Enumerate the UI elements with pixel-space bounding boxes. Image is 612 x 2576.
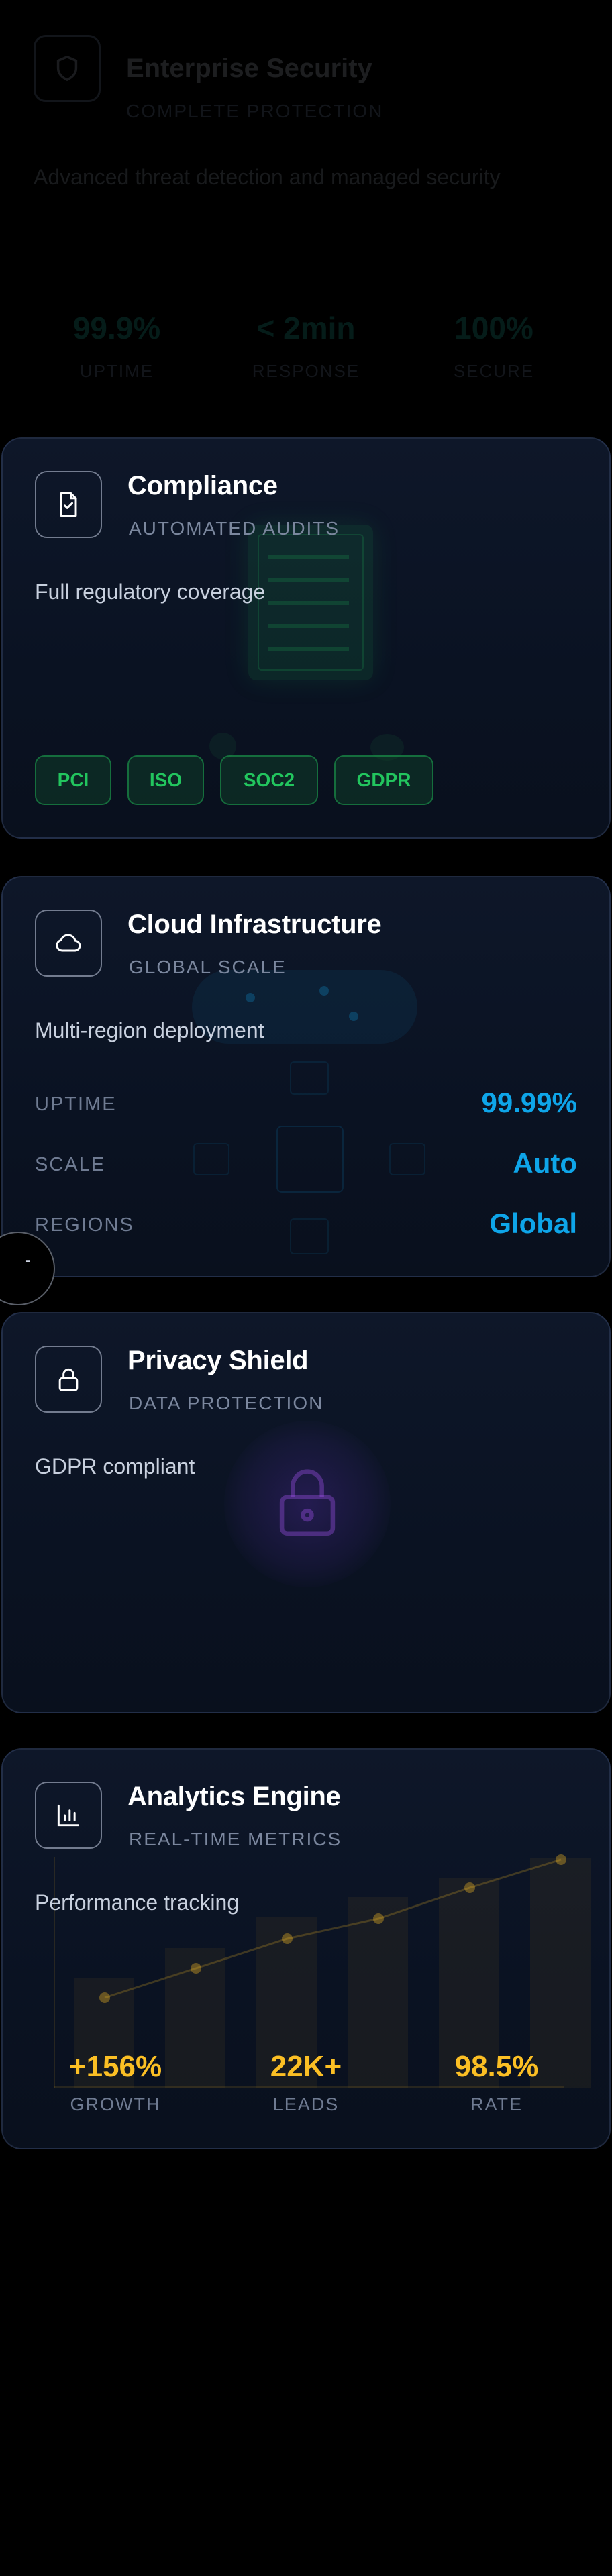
metric-regions-label: REGIONS <box>35 1214 134 1236</box>
enterprise-security-description: Advanced threat detection and managed se… <box>34 165 501 189</box>
server-illustration <box>290 1061 329 1095</box>
metric-regions-value: Global <box>489 1208 577 1239</box>
cloud-icon <box>35 910 102 977</box>
shield-lock-illustration <box>224 1421 391 1587</box>
analytics-title: Analytics Engine <box>128 1782 341 1811</box>
tag-pci[interactable]: PCI <box>35 755 111 805</box>
server-illustration <box>389 1143 425 1175</box>
compliance-description: Full regulatory coverage <box>35 580 266 604</box>
enterprise-security-title: Enterprise Security <box>126 54 372 83</box>
analytics-engine-card[interactable]: Analytics Engine REAL-TIME METRICS Perfo… <box>1 1748 611 2149</box>
metric-uptime-value: 99.99% <box>481 1087 577 1118</box>
tag-iso[interactable]: ISO <box>128 755 204 805</box>
stat-growth-label: GROWTH <box>70 2094 161 2114</box>
bar-chart-icon <box>35 1782 102 1849</box>
file-check-icon <box>35 471 102 538</box>
stat-uptime-label: UPTIME <box>79 361 154 381</box>
privacy-description: GDPR compliant <box>35 1454 195 1479</box>
metric-scale-label: SCALE <box>35 1154 106 1175</box>
stat-response-value: < 2min <box>256 311 356 345</box>
tag-soc2[interactable]: SOC2 <box>220 755 318 805</box>
floating-button-glyph: - <box>26 1252 31 1269</box>
shield-icon <box>34 35 101 102</box>
enterprise-security-subtitle: COMPLETE PROTECTION <box>126 101 384 121</box>
stat-rate-label: RATE <box>470 2094 523 2114</box>
compliance-card[interactable]: Compliance AUTOMATED AUDITS Full regulat… <box>1 437 611 839</box>
stat-leads-label: LEADS <box>272 2094 340 2114</box>
enterprise-security-card: Enterprise Security COMPLETE PROTECTION … <box>0 0 612 429</box>
compliance-subtitle: AUTOMATED AUDITS <box>129 518 340 539</box>
document-illustration <box>248 525 373 680</box>
compliance-title: Compliance <box>128 471 278 500</box>
stat-response-label: RESPONSE <box>252 361 360 381</box>
stat-growth-value: +156% <box>68 2050 162 2083</box>
tag-gdpr[interactable]: GDPR <box>334 755 434 805</box>
server-illustration <box>193 1143 230 1175</box>
analytics-subtitle: REAL-TIME METRICS <box>129 1829 342 1849</box>
server-illustration <box>290 1218 329 1254</box>
cloud-infrastructure-card[interactable]: Cloud Infrastructure GLOBAL SCALE Multi-… <box>1 876 611 1277</box>
analytics-description: Performance tracking <box>35 1890 240 1915</box>
stat-leads-value: 22K+ <box>270 2050 342 2083</box>
stat-secure-label: SECURE <box>453 361 535 381</box>
privacy-shield-card[interactable]: Privacy Shield DATA PROTECTION GDPR comp… <box>1 1312 611 1713</box>
stat-secure-value: 100% <box>454 311 533 345</box>
privacy-subtitle: DATA PROTECTION <box>129 1393 324 1413</box>
cloud-title: Cloud Infrastructure <box>128 910 382 939</box>
cloud-subtitle: GLOBAL SCALE <box>129 957 287 977</box>
privacy-title: Privacy Shield <box>128 1346 309 1375</box>
metric-uptime-label: UPTIME <box>35 1093 117 1115</box>
metric-scale-value: Auto <box>513 1147 577 1179</box>
cloud-description: Multi-region deployment <box>35 1018 264 1042</box>
stat-uptime-value: 99.9% <box>72 311 161 345</box>
lock-icon <box>35 1346 102 1413</box>
stat-rate-value: 98.5% <box>454 2050 539 2083</box>
server-illustration <box>276 1126 344 1193</box>
